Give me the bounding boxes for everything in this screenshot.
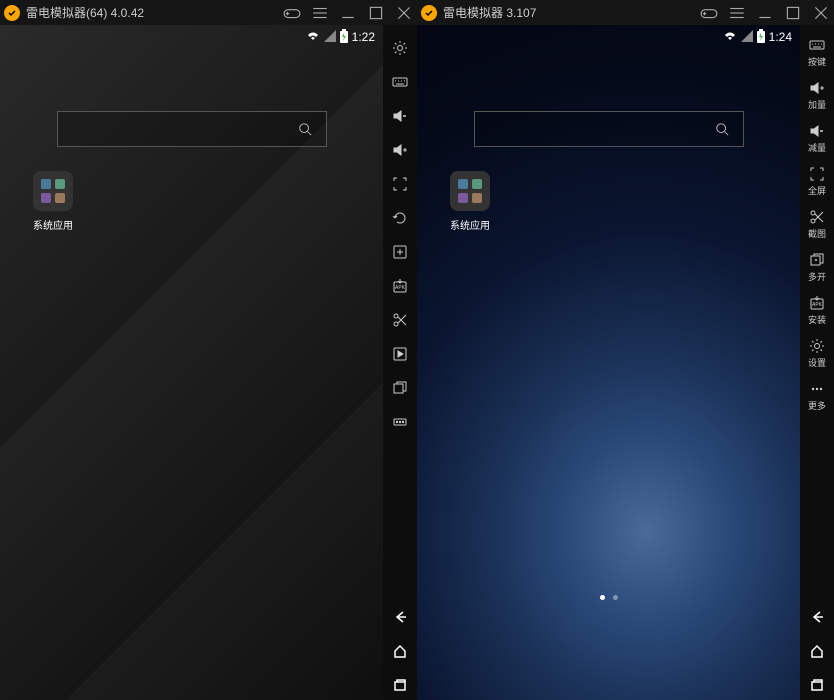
rotate-icon[interactable] xyxy=(385,203,415,233)
window-title: 雷电模拟器(64) 4.0.42 xyxy=(26,4,283,21)
settings-gear-icon[interactable]: 设置 xyxy=(802,334,832,373)
titlebar: 雷电模拟器 3.107 xyxy=(417,0,834,25)
scissors-icon[interactable]: 截图 xyxy=(802,205,832,244)
titlebar: 雷电模拟器(64) 4.0.42 xyxy=(0,0,417,25)
sidebar-left: APK xyxy=(383,25,417,700)
sidebar-right: 按键 加量 减量 全屏 截图 多开 APK安装 设置 更多 xyxy=(800,25,834,700)
window-controls xyxy=(283,4,413,22)
settings-gear-icon[interactable] xyxy=(385,33,415,63)
nav-back-icon[interactable] xyxy=(802,602,832,632)
battery-charging-icon xyxy=(340,29,348,46)
page-dot-active xyxy=(600,595,605,600)
gamepad-icon[interactable] xyxy=(700,4,718,22)
status-bar: 1:24 xyxy=(417,25,800,49)
nav-home-icon[interactable] xyxy=(802,636,832,666)
close-icon[interactable] xyxy=(395,4,413,22)
gamepad-icon[interactable] xyxy=(283,4,301,22)
app-logo xyxy=(4,5,20,21)
status-time: 1:24 xyxy=(769,30,792,44)
svg-text:APK: APK xyxy=(395,285,406,291)
wifi-icon xyxy=(306,30,320,45)
search-icon xyxy=(298,122,312,136)
emulator-screen[interactable]: 1:22 系统应用 xyxy=(0,25,383,700)
page-dot xyxy=(613,595,618,600)
window-controls xyxy=(700,4,830,22)
close-icon[interactable] xyxy=(812,4,830,22)
more-dots-icon[interactable]: 更多 xyxy=(802,377,832,416)
svg-text:APK: APK xyxy=(812,302,823,308)
volume-down-icon[interactable]: 减量 xyxy=(802,119,832,158)
multitask-icon[interactable] xyxy=(385,373,415,403)
nav-recent-icon[interactable] xyxy=(385,670,415,700)
volume-up-icon[interactable] xyxy=(385,135,415,165)
more-dots-icon[interactable] xyxy=(385,407,415,437)
menu-icon[interactable] xyxy=(311,4,329,22)
search-input[interactable] xyxy=(474,111,744,147)
nav-home-icon[interactable] xyxy=(385,636,415,666)
multi-open-icon[interactable]: 多开 xyxy=(802,248,832,287)
nav-recent-icon[interactable] xyxy=(802,670,832,700)
emulator-left: 雷电模拟器(64) 4.0.42 1:22 系统应用 xyxy=(0,0,417,700)
app-label: 系统应用 xyxy=(28,217,78,232)
app-label: 系统应用 xyxy=(445,217,495,232)
fullscreen-icon[interactable]: 全屏 xyxy=(802,162,832,201)
plus-box-icon[interactable] xyxy=(385,237,415,267)
wifi-icon xyxy=(723,30,737,45)
maximize-icon[interactable] xyxy=(367,4,385,22)
volume-down-icon[interactable] xyxy=(385,101,415,131)
maximize-icon[interactable] xyxy=(784,4,802,22)
emulator-screen[interactable]: 1:24 系统应用 xyxy=(417,25,800,700)
page-indicator xyxy=(417,595,800,600)
status-bar: 1:22 xyxy=(0,25,383,49)
system-apps-icon[interactable]: 系统应用 xyxy=(28,171,78,232)
status-time: 1:22 xyxy=(352,30,375,44)
keyboard-icon[interactable] xyxy=(385,67,415,97)
scissors-icon[interactable] xyxy=(385,305,415,335)
apk-install-icon[interactable]: APK安装 xyxy=(802,291,832,330)
app-logo xyxy=(421,5,437,21)
window-title: 雷电模拟器 3.107 xyxy=(443,4,700,21)
system-apps-icon[interactable]: 系统应用 xyxy=(445,171,495,232)
search-icon xyxy=(715,122,729,136)
nav-back-icon[interactable] xyxy=(385,602,415,632)
emulator-right: 雷电模拟器 3.107 1:24 系统应用 xyxy=(417,0,834,700)
apk-icon[interactable]: APK xyxy=(385,271,415,301)
play-box-icon[interactable] xyxy=(385,339,415,369)
volume-up-icon[interactable]: 加量 xyxy=(802,76,832,115)
menu-icon[interactable] xyxy=(728,4,746,22)
minimize-icon[interactable] xyxy=(756,4,774,22)
search-input[interactable] xyxy=(57,111,327,147)
signal-icon xyxy=(324,30,336,45)
keyboard-icon[interactable]: 按键 xyxy=(802,33,832,72)
battery-charging-icon xyxy=(757,29,765,46)
minimize-icon[interactable] xyxy=(339,4,357,22)
fullscreen-icon[interactable] xyxy=(385,169,415,199)
signal-icon xyxy=(741,30,753,45)
